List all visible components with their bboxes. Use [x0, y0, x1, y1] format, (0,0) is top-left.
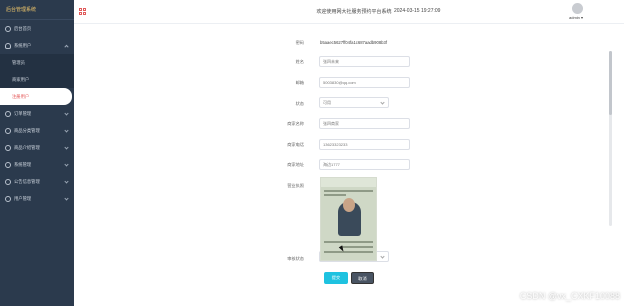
scrollbar[interactable]: [609, 51, 612, 226]
license-face: [343, 198, 355, 212]
sidebar-item-categories[interactable]: 商品分类管理: [0, 122, 74, 139]
chevron-down-icon: [380, 100, 385, 105]
business-license-image[interactable]: [320, 177, 377, 261]
chevron-up-icon: [64, 44, 69, 49]
sidebar-item-home[interactable]: 后台首页: [0, 20, 74, 37]
sidebar-item-label: 商品介绍管理: [14, 144, 40, 150]
watermark: CSDN @vx_CXKF10088: [519, 291, 620, 301]
home-icon: [5, 25, 11, 32]
review-status-label: 审核状态: [287, 256, 304, 261]
notice-icon: [5, 178, 11, 185]
cancel-button[interactable]: 取消: [351, 272, 374, 284]
chevron-down-icon: [64, 178, 69, 184]
sidebar-item-orders[interactable]: 订单管理: [0, 105, 74, 122]
sidebar-title: 后台管理系统: [0, 0, 74, 20]
status-label: 状态: [295, 101, 304, 106]
merchant-address-label: 商家地址: [287, 162, 304, 167]
sidebar-nav: 后台首页 系统用户 管理员 商家用户 注册用户 订单管理 商品分类管理 商品介绍…: [0, 20, 74, 207]
edit-user-form: 密码 b5aaec5627ff04fa1c687aadb908b3f 姓名 张四…: [74, 25, 624, 306]
password-value: b5aaec5627ff04fa1c687aadb908b3f: [320, 40, 387, 45]
email-label: 邮箱: [295, 80, 304, 85]
sidebar-item-label: 订单管理: [14, 110, 32, 116]
chevron-down-icon: [64, 144, 69, 150]
status-select[interactable]: 可用: [319, 97, 389, 108]
goods-icon: [5, 144, 11, 151]
merchant-phone-field[interactable]: 13623323233: [319, 139, 410, 150]
username-label: admin: [569, 15, 580, 20]
chevron-down-icon: [64, 195, 69, 201]
page-title: 欢迎使用网大社服务预约平台系统: [316, 9, 392, 15]
top-header: 欢迎使用网大社服务预约平台系统 2024-03-15 19:27:09 admi…: [74, 0, 624, 24]
name-label: 姓名: [295, 59, 304, 64]
sidebar-item-system[interactable]: 系统管理: [0, 156, 74, 173]
chevron-down-icon: [64, 161, 69, 167]
password-label: 密码: [295, 40, 304, 45]
sidebar-item-notices[interactable]: 公告信息管理: [0, 173, 74, 190]
name-field[interactable]: 张四未来: [319, 56, 410, 67]
settings-icon: [5, 161, 11, 168]
merchant-phone-label: 商家电话: [287, 142, 304, 147]
category-icon: [5, 127, 11, 134]
submit-button[interactable]: 提交: [324, 272, 348, 284]
chevron-down-icon: [64, 110, 69, 116]
user-icon: [5, 42, 11, 49]
scrollbar-thumb[interactable]: [609, 51, 612, 115]
chevron-down-icon: [380, 254, 385, 259]
sidebar-subitem-merchants[interactable]: 商家用户: [0, 71, 74, 88]
chevron-down-icon: [64, 127, 69, 133]
sidebar-item-label: 用户管理: [14, 195, 32, 201]
sidebar-item-label: 系统管理: [14, 161, 32, 167]
user-menu[interactable]: admin ▾: [569, 15, 583, 20]
email-field[interactable]: 5003830@qq.com: [319, 77, 410, 88]
sidebar: 后台管理系统 后台首页 系统用户 管理员 商家用户 注册用户 订单管理 商品分类…: [0, 0, 74, 306]
license-label: 营业执照: [287, 183, 304, 188]
status-value: 可用: [323, 100, 331, 105]
merchant-address-field[interactable]: 海边1777: [319, 159, 410, 170]
avatar[interactable]: [572, 3, 583, 14]
sidebar-item-label: 公告信息管理: [14, 178, 40, 184]
sidebar-subitem-registered-users[interactable]: 注册用户: [0, 88, 72, 105]
sidebar-item-label: 后台首页: [14, 25, 32, 31]
sidebar-item-label: 商品分类管理: [14, 127, 40, 133]
sidebar-item-users[interactable]: 用户管理: [0, 190, 74, 207]
sidebar-item-label: 系统用户: [14, 42, 32, 48]
sidebar-subitem-admins[interactable]: 管理员: [0, 54, 74, 71]
datetime-display: 2024-03-15 19:27:09: [394, 8, 441, 14]
people-icon: [5, 195, 11, 202]
sidebar-item-system-users[interactable]: 系统用户: [0, 37, 74, 54]
order-icon: [5, 110, 11, 117]
merchant-name-label: 商家名称: [287, 121, 304, 126]
sidebar-item-goods[interactable]: 商品介绍管理: [0, 139, 74, 156]
merchant-name-field[interactable]: 张四商家: [319, 118, 410, 129]
